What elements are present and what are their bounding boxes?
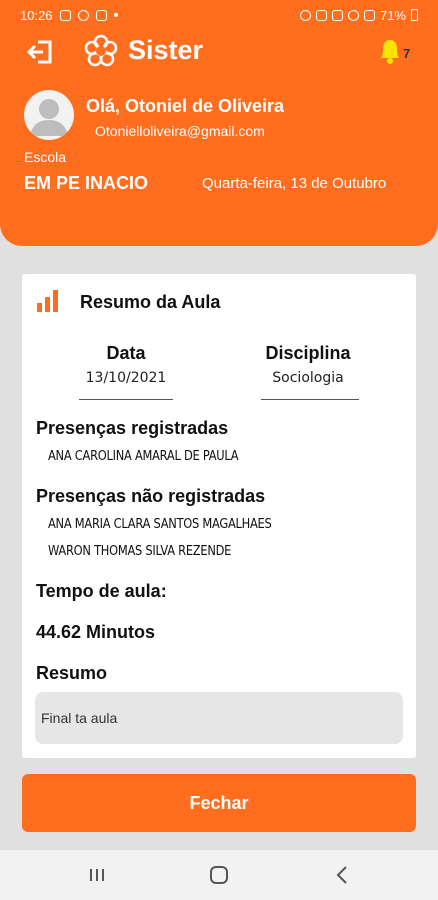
lesson-summary-card: Resumo da Aula Data 13/10/2021 Disciplin… xyxy=(22,274,416,758)
card-title: Resumo da Aula xyxy=(80,292,221,312)
logout-icon[interactable] xyxy=(26,38,54,66)
app-notification-icon xyxy=(77,9,89,21)
status-time: 10:26 xyxy=(20,7,53,23)
summary-text: Final ta aula xyxy=(41,710,118,726)
list-item: ANA CAROLINA AMARAL DE PAULA xyxy=(48,449,239,464)
app-header: Sister 7 Olá, Otoniel de Oliveira Otonie… xyxy=(0,30,438,246)
class-time-value: 44.62 Minutos xyxy=(36,622,156,642)
user-email: Otonielloliveira@gmail.com xyxy=(95,123,265,139)
summary-title: Resumo xyxy=(36,663,108,683)
registered-attendance-title: Presenças registradas xyxy=(36,418,229,438)
disciplina-label: Disciplina xyxy=(265,343,351,363)
user-greeting: Olá, Otoniel de Oliveira xyxy=(86,96,285,116)
alarm-icon xyxy=(299,9,311,21)
close-button[interactable]: Fechar xyxy=(22,774,416,832)
avatar-icon xyxy=(30,99,68,136)
signal-icon xyxy=(363,9,375,21)
bar-chart-icon xyxy=(37,290,58,312)
list-item: ANA MARIA CLARA SANTOS MAGALHAES xyxy=(48,517,272,532)
battery-icon xyxy=(411,9,418,21)
nfc-icon xyxy=(331,9,343,21)
system-nav-bar xyxy=(0,850,438,900)
app-name: Sister xyxy=(128,35,204,65)
disciplina-value: Sociologia xyxy=(272,370,344,386)
avatar xyxy=(24,90,74,140)
unregistered-attendance-title: Presenças não registradas xyxy=(36,486,266,506)
data-underline xyxy=(79,399,173,400)
back-icon[interactable] xyxy=(330,863,354,887)
flower-logo-icon xyxy=(84,34,118,67)
school-name: EM PE INACIO xyxy=(24,173,149,193)
list-item: WARON THOMAS SILVA REZENDE xyxy=(48,544,232,559)
summary-field[interactable]: Final ta aula xyxy=(35,692,403,744)
status-bar: 10:26 71% xyxy=(0,0,438,30)
mute-icon xyxy=(315,9,327,21)
home-icon[interactable] xyxy=(207,863,231,887)
current-date: Quarta-feira, 13 de Outubro xyxy=(202,175,387,192)
notification-icon xyxy=(59,9,71,21)
disciplina-underline xyxy=(261,399,359,400)
notification-count: 7 xyxy=(403,46,411,61)
school-label: Escola xyxy=(24,149,67,165)
battery-percent: 71% xyxy=(379,7,406,23)
recents-icon[interactable] xyxy=(85,863,109,887)
more-notifications-icon xyxy=(113,13,118,17)
class-time-title: Tempo de aula: xyxy=(36,581,167,601)
data-value: 13/10/2021 xyxy=(85,370,167,386)
gallery-notification-icon xyxy=(95,9,107,21)
wifi-icon xyxy=(347,9,359,21)
data-label: Data xyxy=(106,343,146,363)
